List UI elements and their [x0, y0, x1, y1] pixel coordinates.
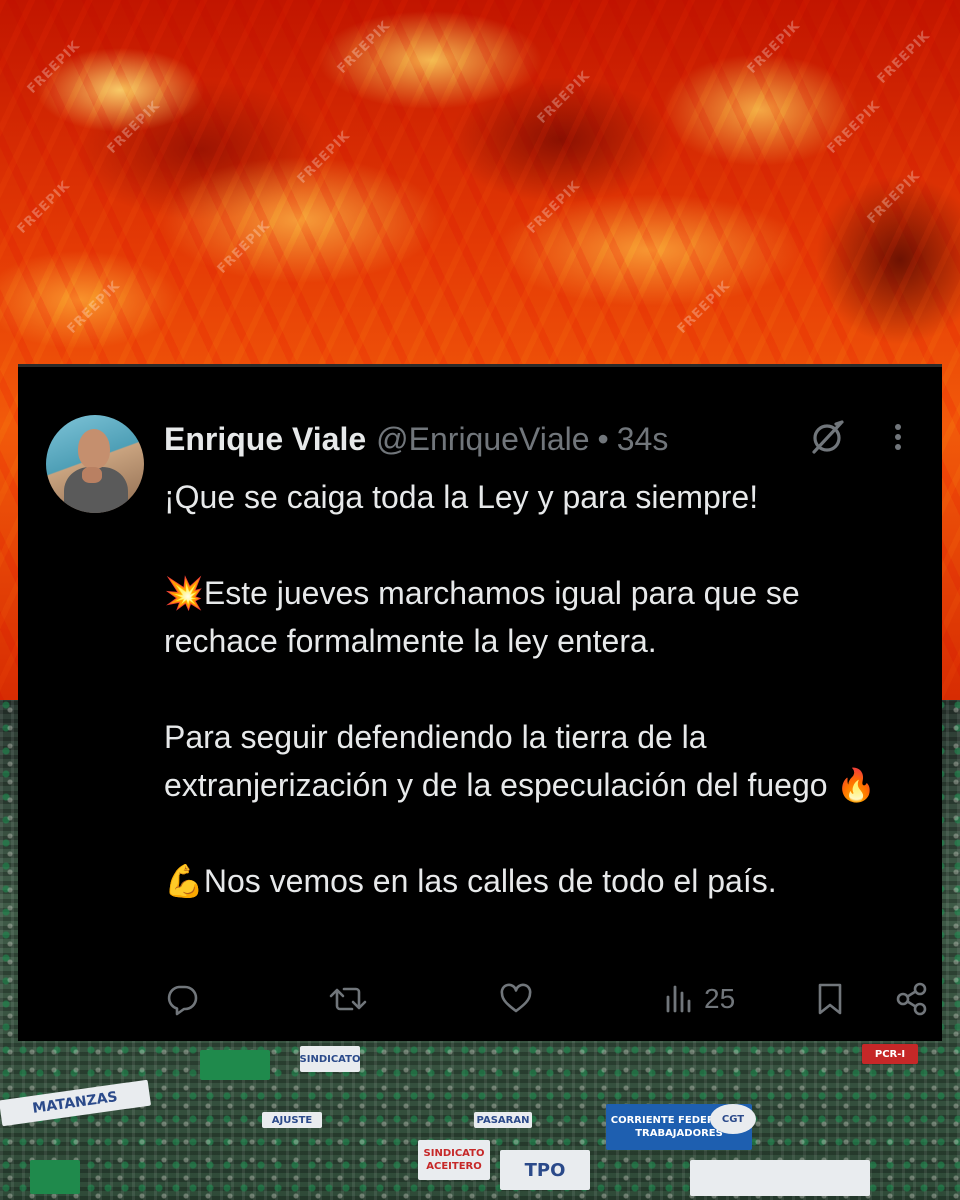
timestamp[interactable]: 34s — [617, 419, 669, 459]
protest-banner: AJUSTE — [262, 1112, 322, 1128]
paragraph-text: Este jueves marchamos igual para que se … — [164, 575, 800, 659]
like-button[interactable] — [498, 977, 534, 1021]
tweet-text: ¡Que se caiga toda la Ley y para siempre… — [164, 473, 904, 905]
bookmark-icon — [818, 983, 842, 1015]
retweet-icon — [329, 987, 367, 1011]
avatar-hand — [82, 467, 102, 483]
protest-banner: PASARAN — [474, 1112, 532, 1128]
paragraph-text: ¡Que se caiga toda la Ley y para siempre… — [164, 479, 759, 515]
separator-dot: • — [597, 421, 609, 457]
avatar-face — [78, 429, 110, 469]
tweet-paragraph: ¡Que se caiga toda la Ley y para siempre… — [164, 473, 904, 521]
tweet-header: Enrique Viale @EnriqueViale • 34s — [164, 419, 668, 459]
like-icon — [500, 983, 532, 1013]
protest-banner: TPO — [500, 1150, 590, 1190]
views-icon — [666, 985, 691, 1013]
retweet-button[interactable] — [328, 977, 368, 1021]
protest-banner: SINDICATO ACEITERO — [418, 1140, 490, 1180]
views-count: 25 — [704, 983, 736, 1014]
tweet-paragraph: 💪Nos vemos en las calles de todo el país… — [164, 857, 904, 905]
protest-banner — [690, 1160, 870, 1196]
tweet-paragraph: 💥Este jueves marchamos igual para que se… — [164, 569, 904, 665]
views-button[interactable]: 25 — [664, 977, 735, 1021]
avatar[interactable] — [46, 415, 144, 513]
reply-button[interactable] — [164, 977, 200, 1021]
share-button[interactable] — [894, 977, 930, 1021]
more-options-icon[interactable] — [886, 419, 910, 455]
flexed-biceps-emoji: 💪 — [164, 862, 204, 900]
protest-banner: SINDICATO — [300, 1046, 360, 1072]
tweet-card[interactable]: Enrique Viale @EnriqueViale • 34s ¡Que s… — [18, 364, 942, 1041]
share-icon — [896, 982, 927, 1016]
bookmark-button[interactable] — [814, 977, 846, 1021]
collision-emoji: 💥 — [164, 574, 204, 612]
user-handle[interactable]: @EnriqueViale — [376, 419, 589, 459]
protest-banner: PCR-I — [862, 1044, 918, 1064]
paragraph-text: Nos vemos en las calles de todo el país. — [203, 863, 777, 899]
protest-flag — [30, 1160, 80, 1194]
reply-icon — [167, 985, 198, 1016]
protest-banner: CGT — [710, 1104, 756, 1134]
grok-icon[interactable] — [808, 417, 848, 457]
tweet-actions: 25 — [164, 977, 927, 1021]
paragraph-text: Para seguir defendiendo la tierra de la … — [164, 719, 877, 803]
display-name[interactable]: Enrique Viale — [164, 419, 366, 459]
protest-flag — [200, 1050, 270, 1080]
tweet-paragraph: Para seguir defendiendo la tierra de la … — [164, 713, 904, 809]
